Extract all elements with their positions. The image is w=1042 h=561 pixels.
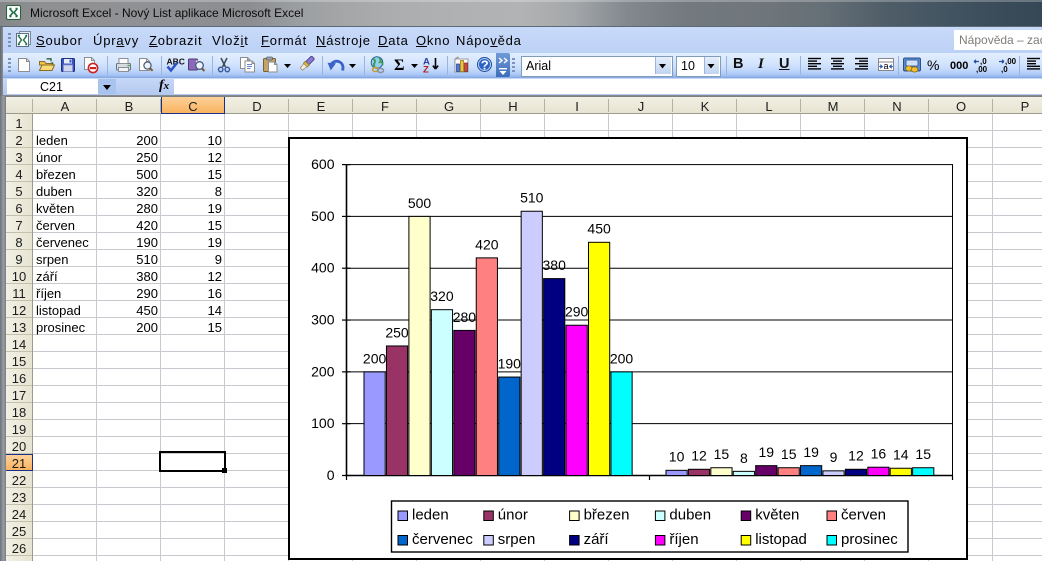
svg-text:červen: červen	[841, 507, 886, 524]
svg-text:9: 9	[830, 449, 838, 465]
svg-text:19: 19	[803, 444, 819, 460]
svg-text:500: 500	[408, 195, 432, 211]
svg-text:,0: ,0	[1001, 65, 1008, 74]
svg-text:březen: březen	[584, 507, 630, 524]
svg-text:červenec: červenec	[412, 531, 473, 548]
svg-text:12: 12	[848, 448, 864, 464]
svg-text:září: září	[584, 531, 610, 548]
svg-text:19: 19	[758, 444, 774, 460]
svg-text:Σ: Σ	[394, 57, 404, 74]
svg-text:srpen: srpen	[498, 531, 536, 548]
svg-text:250: 250	[385, 324, 409, 340]
svg-text:%: %	[927, 57, 939, 73]
svg-text:duben: duben	[669, 507, 711, 524]
svg-text:450: 450	[587, 221, 611, 237]
svg-text:200: 200	[363, 350, 387, 366]
svg-text:květen: květen	[755, 507, 799, 524]
svg-text:510: 510	[520, 190, 544, 206]
svg-text:200: 200	[610, 350, 634, 366]
svg-text:12: 12	[691, 448, 707, 464]
svg-text:Z: Z	[423, 65, 429, 76]
svg-text:?: ?	[481, 57, 489, 72]
svg-text:380: 380	[543, 257, 567, 273]
svg-text:420: 420	[475, 236, 499, 252]
svg-text:15: 15	[781, 446, 797, 462]
svg-text:listopad: listopad	[755, 531, 807, 548]
svg-text:říjen: říjen	[669, 531, 698, 548]
svg-text:300: 300	[311, 312, 335, 328]
svg-text:600: 600	[311, 156, 335, 172]
svg-text:,00: ,00	[976, 65, 988, 74]
svg-text:únor: únor	[498, 507, 528, 524]
svg-text:500: 500	[311, 208, 335, 224]
svg-text:0: 0	[327, 467, 335, 483]
svg-text:a: a	[884, 61, 889, 71]
svg-text:14: 14	[893, 447, 909, 463]
svg-text:400: 400	[311, 260, 335, 276]
svg-text:190: 190	[498, 355, 522, 371]
svg-text:000: 000	[950, 60, 968, 72]
svg-text:10: 10	[669, 449, 685, 465]
svg-text:280: 280	[453, 309, 477, 325]
svg-text:8: 8	[740, 450, 748, 466]
svg-text:15: 15	[915, 446, 931, 462]
svg-text:200: 200	[311, 363, 335, 379]
svg-text:100: 100	[311, 415, 335, 431]
svg-text:290: 290	[565, 304, 589, 320]
svg-text:320: 320	[430, 288, 454, 304]
svg-text:leden: leden	[412, 507, 449, 524]
svg-text:16: 16	[871, 446, 887, 462]
svg-text:15: 15	[714, 446, 730, 462]
svg-text:prosinec: prosinec	[841, 531, 898, 548]
